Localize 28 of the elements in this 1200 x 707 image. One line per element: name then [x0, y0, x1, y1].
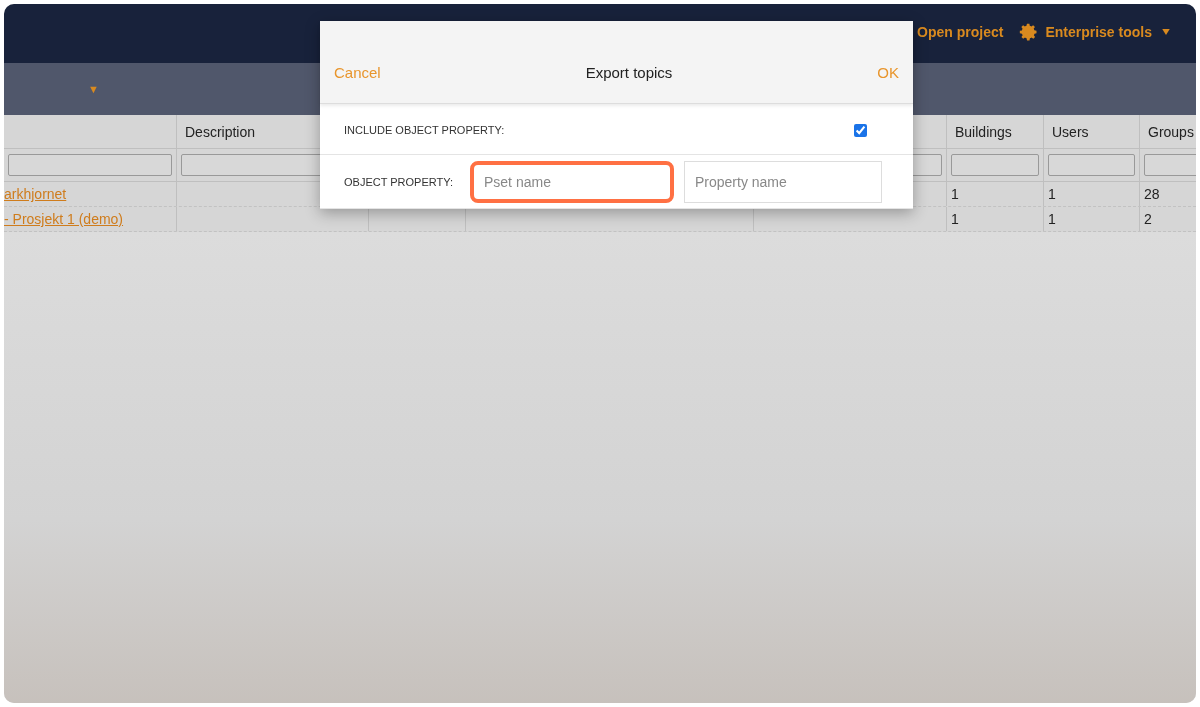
project-link[interactable]: - Prosjekt 1 (demo) — [4, 211, 124, 227]
dropdown-arrow[interactable]: ▼ — [88, 83, 99, 95]
gear-icon — [1019, 21, 1040, 42]
filter-field[interactable] — [8, 154, 172, 176]
filter-field[interactable] — [951, 154, 1039, 176]
table-cell: 1 — [1048, 211, 1056, 227]
text-field[interactable]: Pset name — [470, 160, 674, 203]
table-cell: 2 — [1144, 211, 1152, 227]
caret-icon — [1162, 28, 1170, 35]
column-header: Description — [185, 123, 256, 140]
field-label: OBJECT PROPERTY: — [344, 175, 454, 188]
table-cell: 1 — [1048, 186, 1056, 202]
table-cell: 1 — [951, 211, 959, 227]
cancel-button[interactable]: Cancel — [334, 64, 381, 81]
nav-link[interactable]: Enterprise tools — [1019, 21, 1170, 42]
column-header: Users — [1052, 123, 1089, 140]
column-header: Groups — [1148, 123, 1194, 140]
table-cell: 1 — [951, 186, 959, 202]
filter-field[interactable] — [1048, 154, 1135, 176]
project-link[interactable]: arkhjornet — [4, 186, 67, 202]
column-header: Buildings — [955, 123, 1012, 140]
table-cell: 28 — [1144, 186, 1160, 202]
dialog-title: Export topics — [585, 64, 673, 81]
field-label: INCLUDE OBJECT PROPERTY: — [344, 124, 505, 136]
filter-field[interactable] — [1144, 154, 1196, 176]
checkbox[interactable] — [854, 123, 867, 137]
ok-button[interactable]: OK — [877, 64, 899, 81]
nav-link[interactable]: Open project — [917, 23, 1004, 40]
